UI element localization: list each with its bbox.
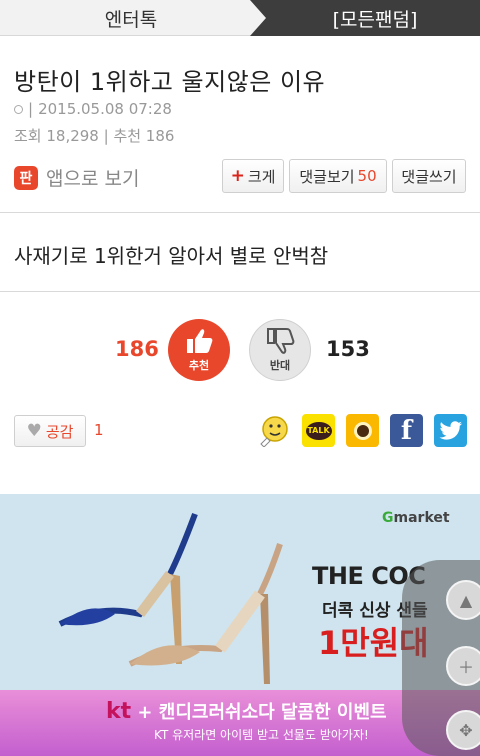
- scroll-up-icon[interactable]: ▲: [446, 580, 480, 620]
- view-comments-label: 댓글보기: [299, 167, 355, 186]
- banner-subline: KT 유저라면 아이템 받고 선물도 받아가자!: [154, 728, 369, 742]
- downvote-count: 153: [326, 337, 370, 361]
- font-size-label: 크게: [247, 167, 276, 186]
- post-body: 사재기로 1위한거 알아서 별로 안벅참: [14, 244, 329, 268]
- meta-separator: |: [28, 100, 34, 118]
- kakaotalk-icon[interactable]: TALK: [302, 414, 335, 447]
- plus-icon: +: [230, 166, 245, 186]
- story-dot: [353, 421, 372, 440]
- font-size-button[interactable]: + 크게: [222, 159, 284, 193]
- top-tab-bar: 엔터톡 [모든팬덤]: [0, 0, 480, 36]
- upvote-button[interactable]: 추천: [168, 319, 230, 381]
- twitter-bird-icon: [439, 420, 462, 440]
- emoji-icon[interactable]: [258, 414, 291, 447]
- facebook-icon[interactable]: f: [390, 414, 423, 447]
- pann-app-icon: 판: [14, 165, 38, 190]
- zoom-in-icon[interactable]: ＋: [446, 646, 480, 686]
- banner-headline-text: + 캔디크러쉬소다 달콤한 이벤트: [131, 702, 387, 723]
- kt-logo: kt: [106, 699, 132, 724]
- thumbs-up-icon: [187, 329, 213, 353]
- circle-icon: [14, 104, 23, 114]
- upvote-count: 186: [115, 337, 159, 361]
- move-icon[interactable]: ✥: [446, 710, 480, 750]
- gmarket-g: G: [382, 510, 394, 526]
- empathy-count: 1: [94, 421, 104, 439]
- upvote-label: 추천: [188, 359, 210, 372]
- write-comment-button[interactable]: 댓글쓰기: [392, 159, 466, 193]
- tab-entertalk[interactable]: 엔터톡: [0, 0, 262, 36]
- empathy-label: 공감: [45, 422, 74, 441]
- twitter-icon[interactable]: [434, 414, 467, 447]
- banner-headline: kt + 캔디크러쉬소다 달콤한 이벤트: [106, 698, 387, 724]
- thumbs-down-icon: [267, 328, 295, 354]
- write-comment-label: 댓글쓰기: [401, 167, 457, 186]
- downvote-button[interactable]: 반대: [249, 319, 311, 381]
- tab-all-fandom[interactable]: [모든팬덤]: [250, 0, 480, 36]
- floating-nav-widget: ▲ ＋ ✥: [402, 560, 480, 756]
- app-view-link[interactable]: 판 앱으로 보기: [14, 164, 139, 191]
- divider: [0, 212, 480, 213]
- post-date-row: | 2015.05.08 07:28: [14, 100, 172, 118]
- empathy-button[interactable]: ♥ 공감: [14, 415, 86, 447]
- comments-count: 50: [357, 167, 377, 185]
- post-stats: 조회 18,298 | 추천 186: [14, 127, 175, 145]
- emoji-face-icon: [260, 416, 288, 447]
- sandals-image: [58, 512, 283, 684]
- divider: [0, 291, 480, 292]
- downvote-label: 반대: [269, 359, 291, 372]
- view-comments-button[interactable]: 댓글보기 50: [289, 159, 387, 193]
- heart-icon: ♥: [26, 421, 42, 441]
- gmarket-text: market: [393, 510, 450, 526]
- talk-bubble: TALK: [305, 421, 332, 440]
- app-view-label: 앱으로 보기: [46, 168, 140, 190]
- post-title: 방탄이 1위하고 울지않은 이유: [14, 68, 326, 96]
- kakaostory-icon[interactable]: [346, 414, 379, 447]
- post-date: 2015.05.08 07:28: [38, 100, 172, 118]
- gmarket-logo: Gmarket: [382, 510, 450, 526]
